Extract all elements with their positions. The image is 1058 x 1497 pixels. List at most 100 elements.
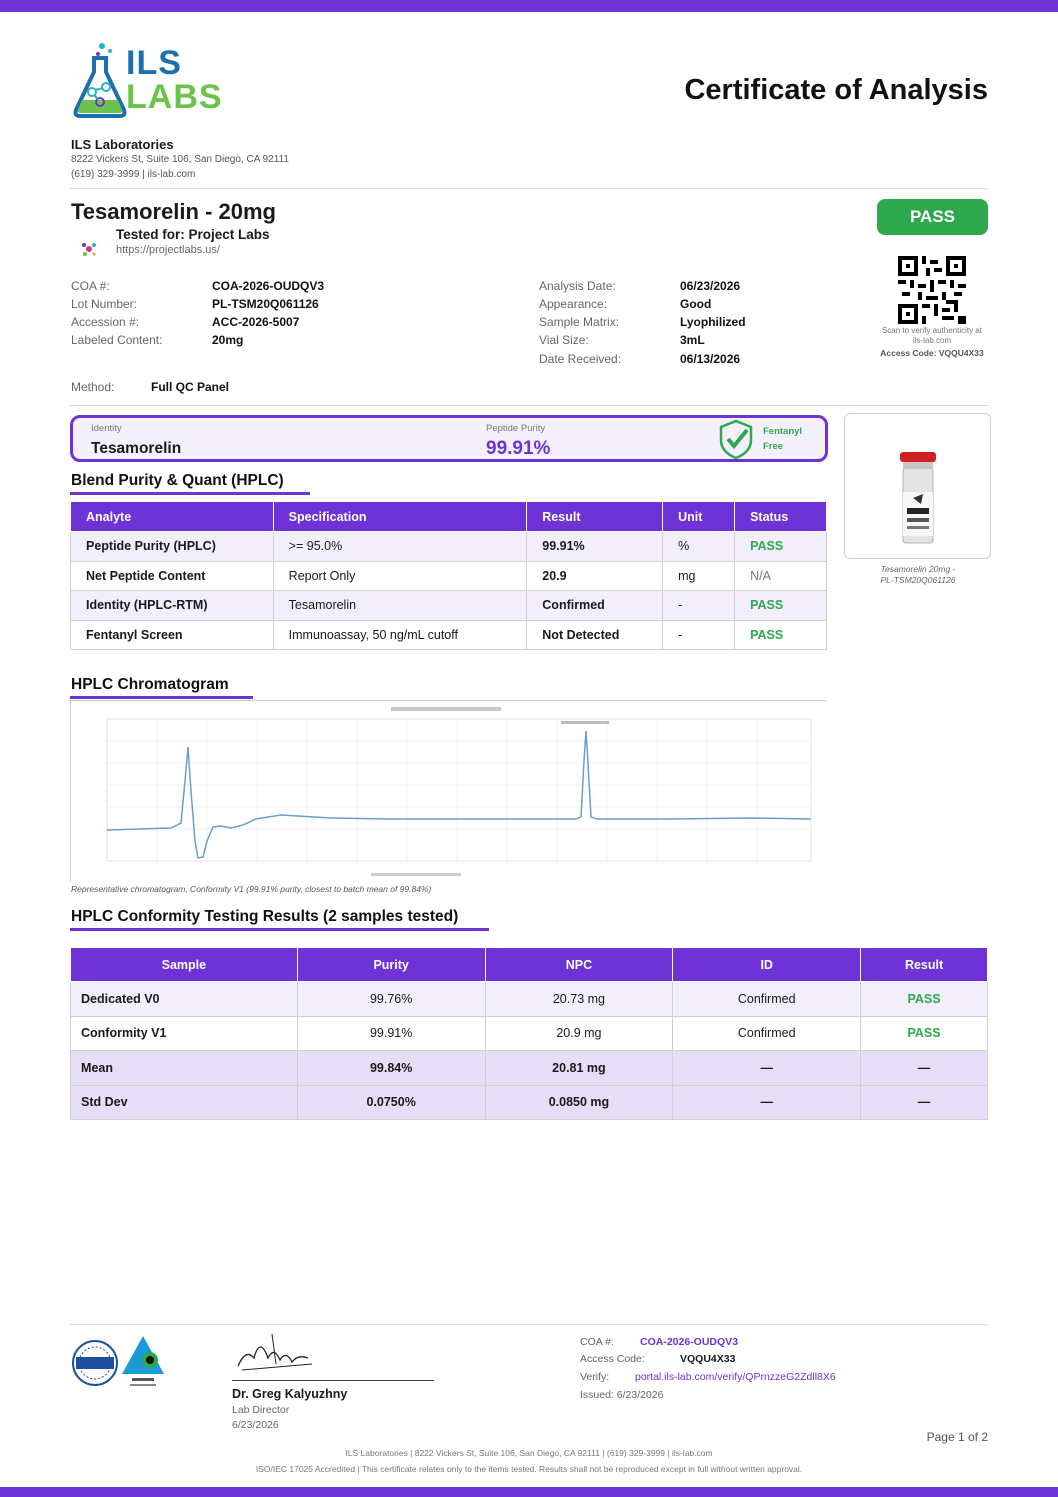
lot-value: PL-TSM20Q061126 <box>212 297 319 311</box>
result-cell: — <box>860 1084 988 1120</box>
table-row: Fentanyl Screen Immunoassay, 50 ng/mL cu… <box>70 619 827 650</box>
logo-text-ils: ILS <box>126 44 182 82</box>
verify-link[interactable]: portal.ils-lab.com/verify/QPrnzzeG2Zdll8… <box>635 1371 836 1383</box>
npc-cell: 20.9 mg <box>484 1015 674 1051</box>
lot-label: Lot Number: <box>71 297 138 311</box>
chromatogram-heading: HPLC Chromatogram <box>71 676 229 693</box>
analyte-cell: Fentanyl Screen <box>70 619 274 650</box>
labeled-content-value: 20mg <box>212 333 244 347</box>
table-row: Peptide Purity (HPLC) >= 95.0% 99.91% % … <box>70 531 827 562</box>
id-cell: Confirmed <box>672 1015 862 1051</box>
method-value: Full QC Panel <box>151 380 230 394</box>
npc-cell: 20.81 mg <box>484 1050 674 1086</box>
footer-coa-value: COA-2026-OUDQV3 <box>640 1336 739 1348</box>
accession-value: ACC-2026-5007 <box>212 315 300 329</box>
col-unit: Unit <box>662 501 736 532</box>
client-url[interactable]: https://projectlabs.us/ <box>116 244 220 256</box>
spec-cell: Immunoassay, 50 ng/mL cutoff <box>272 619 528 650</box>
lab-address: 8222 Vickers St, Suite 106, San Diego, C… <box>71 154 289 165</box>
identity-label: Identity <box>91 423 122 434</box>
spec-cell: >= 95.0% <box>272 531 528 562</box>
conformity-heading-underline <box>70 928 489 931</box>
spec-cell: Tesamorelin <box>272 590 528 621</box>
spec-cell: Report Only <box>272 560 528 591</box>
vial-image <box>900 452 936 544</box>
col-analyte: Analyte <box>70 501 274 532</box>
appearance-label: Appearance: <box>539 297 608 311</box>
lab-contact: (619) 329-3999 | ils-lab.com <box>71 169 196 180</box>
coa-value: COA-2026-OUDQV3 <box>212 279 325 293</box>
bottom-accent-bar <box>0 1487 1058 1497</box>
result-cell: — <box>860 1050 988 1086</box>
lab-name: ILS Laboratories <box>71 137 174 152</box>
col-status: Status <box>734 501 827 532</box>
sample-cell: Std Dev <box>70 1084 298 1120</box>
unit-cell: % <box>662 531 736 562</box>
footer-verify-label: Verify: <box>580 1371 610 1383</box>
client-logo-icon <box>80 240 98 258</box>
status-cell: PASS <box>734 590 827 621</box>
signer-name: Dr. Greg Kalyuzhny <box>232 1387 348 1401</box>
col-result: Result <box>526 501 664 532</box>
table-row: Net Peptide Content Report Only 20.9 mg … <box>70 560 827 591</box>
method-divider <box>70 405 988 406</box>
id-cell: Confirmed <box>672 981 862 1017</box>
accession-label: Accession #: <box>71 315 140 329</box>
sample-matrix-value: Lyophilized <box>680 315 746 329</box>
footer-lab-info: ILS Laboratories | 8222 Vickers St, Suit… <box>345 1448 713 1458</box>
vial-caption: Tesamorelin 20mg - PL-TSM20Q061126 <box>850 564 986 586</box>
ils-labs-logo: ILS LABS <box>70 40 230 120</box>
vial-photo <box>844 413 991 559</box>
col-npc: NPC <box>484 947 674 982</box>
accreditation-logo <box>120 1334 166 1390</box>
chromatogram-caption: Representative chromatogram, Conformity … <box>71 884 432 894</box>
unit-cell: - <box>662 590 736 621</box>
qr-scan-text: Scan to verify authenticity at ils-lab.c… <box>881 326 983 345</box>
table-row: Mean 99.84% 20.81 mg — — <box>70 1050 988 1086</box>
conformity-table: Sample Purity NPC ID Result Dedicated V0… <box>70 947 988 1120</box>
date-received-value: 06/13/2026 <box>680 352 741 366</box>
purity-cell: 99.84% <box>296 1050 486 1086</box>
status-cell: N/A <box>734 560 827 591</box>
blend-heading: Blend Purity & Quant (HPLC) <box>71 472 284 489</box>
blend-header-row: Analyte Specification Result Unit Status <box>70 501 827 532</box>
id-cell: — <box>672 1084 862 1120</box>
footer-coa-label: COA #: <box>580 1336 614 1348</box>
blend-heading-underline <box>70 492 310 495</box>
result-cell: 99.91% <box>526 531 664 562</box>
product-name: Tesamorelin - 20mg <box>71 199 276 224</box>
top-accent-bar <box>0 0 1058 12</box>
purity-cell: 99.76% <box>296 981 486 1017</box>
blend-table: Analyte Specification Result Unit Status… <box>70 501 827 650</box>
date-received-label: Date Received: <box>539 352 622 366</box>
identity-value: Tesamorelin <box>91 440 182 457</box>
qr-code-icon[interactable] <box>898 256 966 324</box>
npc-cell: 0.0850 mg <box>484 1084 674 1120</box>
purity-label: Peptide Purity <box>486 423 546 434</box>
footer-disclaimer: ISO/IEC 17025 Accredited | This certific… <box>255 1464 803 1474</box>
vial-size-label: Vial Size: <box>539 333 589 347</box>
sample-matrix-label: Sample Matrix: <box>539 315 620 329</box>
labeled-content-label: Labeled Content: <box>71 333 163 347</box>
signature-date: 6/23/2026 <box>232 1419 279 1431</box>
conformity-header-row: Sample Purity NPC ID Result <box>70 947 988 982</box>
npc-cell: 20.73 mg <box>484 981 674 1017</box>
analyte-cell: Identity (HPLC-RTM) <box>70 590 274 621</box>
page-title: Certificate of Analysis <box>684 74 988 106</box>
vial-caption-line1: Tesamorelin 20mg - <box>880 564 956 574</box>
ilac-mra-logo <box>70 1338 120 1388</box>
tested-for: Tested for: Project Labs <box>116 227 270 242</box>
purity-cell: 99.91% <box>296 1015 486 1051</box>
sample-cell: Dedicated V0 <box>70 981 298 1017</box>
signature-line <box>232 1380 434 1381</box>
table-row: Identity (HPLC-RTM) Tesamorelin Confirme… <box>70 590 827 621</box>
col-purity: Purity <box>296 947 486 982</box>
page-number: Page 1 of 2 <box>926 1430 988 1444</box>
overall-pass-badge: PASS <box>877 199 988 235</box>
method-label: Method: <box>71 380 115 394</box>
chromatogram-trace <box>71 701 828 883</box>
conformity-heading: HPLC Conformity Testing Results (2 sampl… <box>71 908 459 925</box>
table-row: Dedicated V0 99.76% 20.73 mg Confirmed P… <box>70 981 988 1017</box>
sample-cell: Conformity V1 <box>70 1015 298 1051</box>
result-cell: Confirmed <box>526 590 664 621</box>
